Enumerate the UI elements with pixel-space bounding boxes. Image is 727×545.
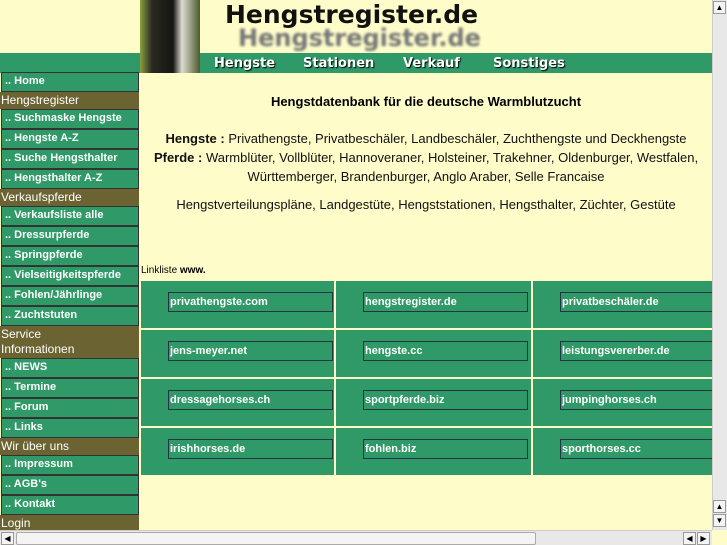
scroll-left-icon[interactable]: ◀ [1,532,14,545]
linkliste-label: Linkliste www. [141,265,206,276]
sidebar-item[interactable]: .. Termine [1,378,139,398]
scroll-up-icon[interactable]: ▲ [713,1,726,14]
link-cell: dressagehorses.ch [141,379,334,426]
sidebar-item[interactable]: .. Kontakt [1,495,139,515]
link-cell: sporthorses.cc [533,428,725,475]
scroll-up-icon[interactable]: ▲ [713,500,726,513]
logo[interactable]: Hengstregister.de [225,0,478,29]
link-fohlen-biz[interactable]: fohlen.biz [363,439,528,459]
hengste-text: Privathengste, Privatbeschäler, Landbesc… [224,131,687,146]
sidebar: .. Home Hengstregister.. Suchmaske Hengst… [0,72,139,532]
sidebar-item[interactable]: .. Suche Hengsthalter [1,149,139,169]
horse-photo [140,0,200,73]
sidebar-item[interactable]: .. Zuchtstuten [1,306,139,326]
link-jens-meyer-net[interactable]: jens-meyer.net [168,341,333,361]
link-hengste-cc[interactable]: hengste.cc [363,341,528,361]
sidebar-item[interactable]: .. Hengsthalter A-Z [1,169,139,189]
link-leistungsvererber-de[interactable]: leistungsvererber.de [560,341,725,361]
link-cell: privathengste.com [141,281,334,328]
sidebar-item[interactable]: .. Links [1,418,139,438]
sidebar-section-header: Wir über uns [0,438,139,455]
sidebar-item[interactable]: .. Suchmaske Hengste [1,109,139,129]
vertical-scrollbar[interactable]: ▲ ▲ ▼ [712,0,727,530]
pferde-label: Pferde : [153,150,203,165]
sidebar-section-header: Verkaufspferde [0,189,139,206]
link-dressagehorses-ch[interactable]: dressagehorses.ch [168,390,333,410]
sidebar-item[interactable]: .. Springpferde [1,246,139,266]
link-cell: leistungsvererber.de [533,330,725,377]
scroll-left-icon[interactable]: ◀ [683,532,696,545]
link-cell: sportpferde.biz [336,379,531,426]
nav-stationen[interactable]: Stationen [303,56,374,71]
link-cell: jumpinghorses.ch [533,379,725,426]
pferde-text: Warmblüter, Vollblüter, Hannoveraner, Ho… [202,150,699,184]
sidebar-item[interactable]: .. AGB's [1,475,139,495]
link-cell: fohlen.biz [336,428,531,475]
hengste-line: Hengste : Privathengste, Privatbeschäler… [140,129,712,148]
linkliste-www: www. [179,265,206,276]
link-irishhorses-de[interactable]: irishhorses.de [168,439,333,459]
hengste-label: Hengste : [165,131,225,146]
link-cell: irishhorses.de [141,428,334,475]
link-cell: hengste.cc [336,330,531,377]
sidebar-item[interactable]: .. Hengste A-Z [1,129,139,149]
sidebar-section-header: Service Informationen [0,326,139,358]
sidebar-item[interactable]: .. Impressum [1,455,139,475]
scroll-right-icon[interactable]: ▶ [697,532,710,545]
link-cell: privatbeschäler.de [533,281,725,328]
link-hengstregister-de[interactable]: hengstregister.de [363,292,528,312]
nav-sonstiges[interactable]: Sonstiges [493,56,565,71]
nav-hengste[interactable]: Hengste [214,56,275,71]
link-grid: privathengste.com hengstregister.de privat… [141,281,725,475]
link-cell: hengstregister.de [336,281,531,328]
horizontal-scrollbar[interactable]: ◀ ◀ ▶ [0,530,712,545]
sidebar-item[interactable]: .. NEWS [1,358,139,378]
sidebar-item[interactable]: .. Home [1,72,139,92]
sidebar-section-header: Hengstregister [0,92,139,109]
horizontal-scroll-thumb[interactable] [16,532,536,545]
sidebar-item[interactable]: .. Verkaufsliste alle [1,206,139,226]
link-privathengste-com[interactable]: privathengste.com [168,292,333,312]
sidebar-item[interactable]: .. Vielseitigkeitspferde [1,266,139,286]
link-cell: jens-meyer.net [141,330,334,377]
link-privatbesch-ler-de[interactable]: privatbeschäler.de [560,292,725,312]
sidebar-item[interactable]: .. Forum [1,398,139,418]
sidebar-item[interactable]: .. Dressurpferde [1,226,139,246]
page-title: Hengstdatenbank für die deutsche Warmblu… [270,94,582,109]
sidebar-item[interactable]: .. Fohlen/Jährlinge [1,286,139,306]
link-sporthorses-cc[interactable]: sporthorses.cc [560,439,725,459]
link-jumpinghorses-ch[interactable]: jumpinghorses.ch [560,390,725,410]
scroll-down-icon[interactable]: ▼ [713,514,726,527]
link-sportpferde-biz[interactable]: sportpferde.biz [363,390,528,410]
nav-verkauf[interactable]: Verkauf [403,56,460,71]
linkliste-text: Linkliste [141,265,180,276]
extra-line: Hengstverteilungspläne, Landgestüte, Hen… [176,197,676,212]
pferde-line: Pferde : Warmblüter, Vollblüter, Hannove… [140,148,712,186]
